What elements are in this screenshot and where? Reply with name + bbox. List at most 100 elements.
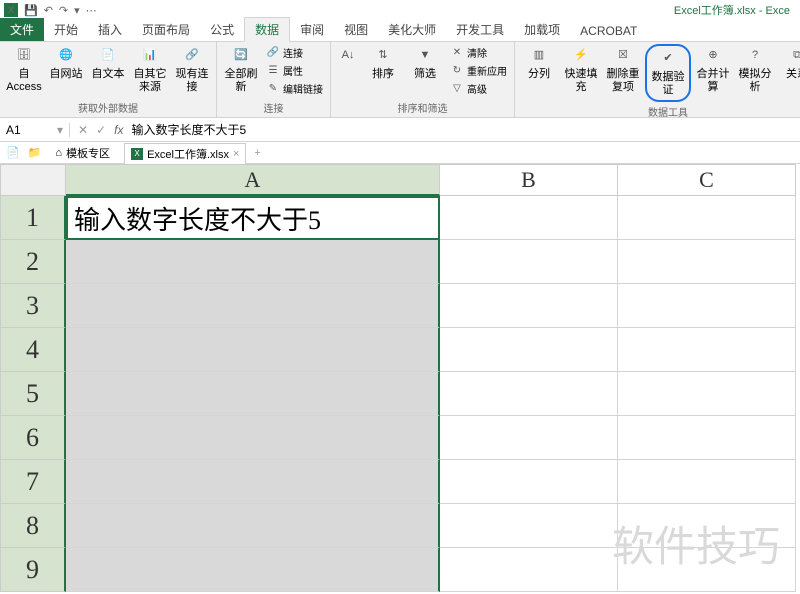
- tab-addin[interactable]: 加载项: [514, 18, 570, 41]
- row-header[interactable]: 9: [0, 548, 66, 592]
- cell[interactable]: [618, 548, 796, 592]
- row-header[interactable]: 8: [0, 504, 66, 548]
- from-text-button[interactable]: 📄自文本: [88, 44, 128, 83]
- col-header-c[interactable]: C: [618, 164, 796, 196]
- name-box[interactable]: A1▾: [0, 123, 70, 137]
- redo-icon[interactable]: ↷: [59, 4, 68, 17]
- cell[interactable]: [618, 460, 796, 504]
- qat-more-icon[interactable]: ▾: [74, 4, 80, 17]
- cell[interactable]: [66, 548, 440, 592]
- cell[interactable]: [440, 328, 618, 372]
- tab-home[interactable]: 开始: [44, 18, 88, 41]
- props-icon: ☰: [266, 64, 280, 78]
- cell[interactable]: [440, 504, 618, 548]
- tab-insert[interactable]: 插入: [88, 18, 132, 41]
- tab-view[interactable]: 视图: [334, 18, 378, 41]
- save-icon[interactable]: 💾: [24, 4, 38, 17]
- doc-icon[interactable]: 📄: [6, 146, 20, 159]
- connections-button[interactable]: 🔗连接: [263, 44, 326, 61]
- consolidate-button[interactable]: ⊕合并计算: [693, 44, 733, 96]
- cell[interactable]: [618, 284, 796, 328]
- add-tab-icon[interactable]: +: [254, 147, 260, 159]
- merge-icon: ⊕: [703, 46, 723, 66]
- row-header[interactable]: 7: [0, 460, 66, 504]
- tab-acrobat[interactable]: ACROBAT: [570, 21, 647, 41]
- other-source-icon: 📊: [140, 46, 160, 66]
- select-all-corner[interactable]: [0, 164, 66, 196]
- chevron-down-icon[interactable]: ▾: [57, 123, 63, 137]
- flash-icon: ⚡: [571, 46, 591, 66]
- workbook-tab[interactable]: XExcel工作簿.xlsx×: [124, 143, 246, 165]
- properties-button[interactable]: ☰属性: [263, 62, 326, 79]
- cell[interactable]: [440, 460, 618, 504]
- clear-filter-button[interactable]: ✕清除: [447, 44, 510, 61]
- cell[interactable]: [618, 328, 796, 372]
- col-header-a[interactable]: A: [66, 164, 440, 196]
- fx-icon[interactable]: fx: [114, 123, 123, 137]
- row-header[interactable]: 1: [0, 196, 66, 240]
- whatif-button[interactable]: ?模拟分析: [735, 44, 775, 96]
- accept-icon[interactable]: ✓: [96, 123, 106, 137]
- cell[interactable]: [440, 240, 618, 284]
- cell[interactable]: [440, 416, 618, 460]
- cell[interactable]: [66, 284, 440, 328]
- flash-fill-button[interactable]: ⚡快速填充: [561, 44, 601, 96]
- cell[interactable]: [66, 504, 440, 548]
- from-access-button[interactable]: 🗄自 Access: [4, 44, 44, 96]
- from-other-button[interactable]: 📊自其它来源: [130, 44, 170, 96]
- row-header[interactable]: 2: [0, 240, 66, 284]
- cell[interactable]: [618, 504, 796, 548]
- cell[interactable]: [618, 196, 796, 240]
- dedup-icon: ☒: [613, 46, 633, 66]
- refresh-all-button[interactable]: 🔄全部刷新: [221, 44, 261, 96]
- tab-review[interactable]: 审阅: [290, 18, 334, 41]
- reapply-button[interactable]: ↻重新应用: [447, 62, 510, 79]
- cell[interactable]: [66, 416, 440, 460]
- ribbon-tabs: 文件 开始 插入 页面布局 公式 数据 审阅 视图 美化大师 开发工具 加载项 …: [0, 20, 800, 42]
- cell[interactable]: [66, 240, 440, 284]
- relations-button[interactable]: ⧉关系: [777, 44, 800, 83]
- edit-links-button[interactable]: ✎编辑链接: [263, 80, 326, 97]
- cell[interactable]: [440, 548, 618, 592]
- template-tab[interactable]: ⌂模板专区: [49, 143, 116, 163]
- from-web-button[interactable]: 🌐自网站: [46, 44, 86, 83]
- advanced-button[interactable]: ▽高级: [447, 80, 510, 97]
- group-external-data: 🗄自 Access 🌐自网站 📄自文本 📊自其它来源 🔗现有连接 获取外部数据: [0, 42, 217, 117]
- close-tab-icon[interactable]: ×: [233, 148, 239, 160]
- tab-beautify[interactable]: 美化大师: [378, 18, 446, 41]
- tab-file[interactable]: 文件: [0, 18, 44, 41]
- cell[interactable]: [440, 196, 618, 240]
- remove-dup-button[interactable]: ☒删除重复项: [603, 44, 643, 96]
- sort-button[interactable]: ⇅排序: [363, 44, 403, 83]
- formula-content[interactable]: 输入数字长度不大于5: [131, 121, 246, 138]
- row-header[interactable]: 4: [0, 328, 66, 372]
- cancel-icon[interactable]: ✕: [78, 123, 88, 137]
- cell[interactable]: [440, 284, 618, 328]
- cell[interactable]: [618, 240, 796, 284]
- folder-icon[interactable]: 📁: [28, 146, 42, 159]
- cell[interactable]: [66, 460, 440, 504]
- access-icon: 🗄: [14, 46, 34, 66]
- connection-icon: 🔗: [182, 46, 202, 66]
- existing-conn-button[interactable]: 🔗现有连接: [172, 44, 212, 96]
- cell-a1[interactable]: 输入数字长度不大于5: [66, 196, 440, 240]
- tab-layout[interactable]: 页面布局: [132, 18, 200, 41]
- cell[interactable]: [440, 372, 618, 416]
- tab-data[interactable]: 数据: [244, 17, 290, 42]
- undo-icon[interactable]: ↶: [44, 4, 53, 17]
- cell[interactable]: [66, 328, 440, 372]
- row-header[interactable]: 3: [0, 284, 66, 328]
- cell[interactable]: [618, 372, 796, 416]
- col-header-b[interactable]: B: [440, 164, 618, 196]
- row-header[interactable]: 6: [0, 416, 66, 460]
- group-label: 连接: [221, 98, 326, 115]
- sort-az-button[interactable]: A↓: [335, 44, 361, 70]
- cell[interactable]: [618, 416, 796, 460]
- cell[interactable]: [66, 372, 440, 416]
- data-validation-button[interactable]: ✔数据验证: [648, 47, 688, 99]
- tab-dev[interactable]: 开发工具: [446, 18, 514, 41]
- text-to-columns-button[interactable]: ▥分列: [519, 44, 559, 83]
- row-header[interactable]: 5: [0, 372, 66, 416]
- tab-formula[interactable]: 公式: [200, 18, 244, 41]
- filter-button[interactable]: ▼筛选: [405, 44, 445, 83]
